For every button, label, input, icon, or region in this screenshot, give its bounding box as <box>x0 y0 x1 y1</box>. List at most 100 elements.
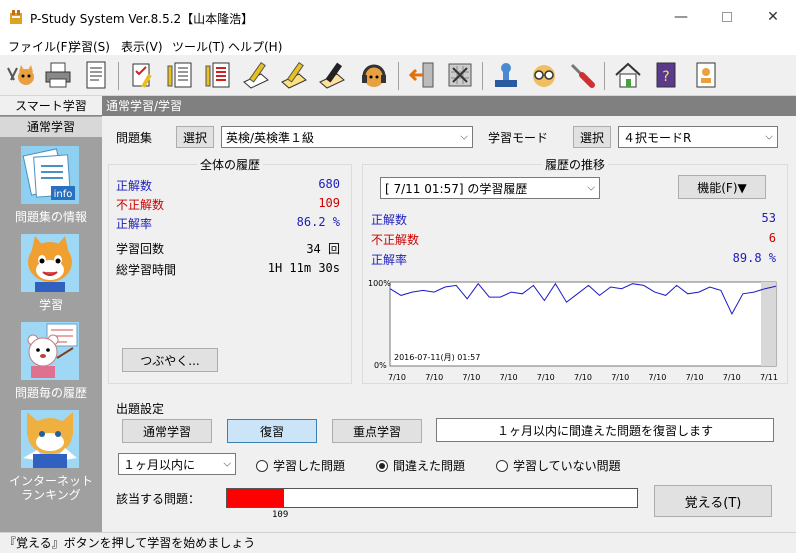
sidebar-item-study[interactable]: 学習 <box>0 230 102 316</box>
minimize-button[interactable]: — <box>658 0 704 34</box>
list-pencil-icon <box>167 62 192 88</box>
overall-correct-value: 680 <box>318 177 340 191</box>
import-icon <box>408 62 434 88</box>
menu-view[interactable]: 表示(V) <box>121 38 163 55</box>
radio-unstudied-label: 学習していない問題 <box>513 459 621 473</box>
sidebar-item-history[interactable]: 問題毎の履歴 <box>0 318 102 404</box>
radio-indicator <box>256 459 268 472</box>
toolbar-list-button[interactable] <box>164 59 196 91</box>
toolbar-home-button[interactable] <box>612 59 644 91</box>
toolbar-separator <box>482 62 483 90</box>
list-red-icon <box>205 62 230 88</box>
toolbar-print-button[interactable] <box>42 59 74 91</box>
radio-studied[interactable]: 学習した問題 <box>256 457 345 474</box>
session-combo[interactable]: [ 7/11 01:57] の学習履歴 ⌵ <box>380 177 600 199</box>
edit-sheet-icon <box>132 63 152 88</box>
radio-studied-label: 学習した問題 <box>273 459 346 473</box>
sidebar: スマート学習 通常学習 info 問題集の情報 学習 問題毎の履歴 インターネッ… <box>0 96 102 532</box>
sidebar-item-label: ランキング <box>21 488 81 502</box>
app-icon <box>10 10 22 24</box>
overall-incorrect-label: 不正解数 <box>116 198 165 212</box>
toolbar-settings-button[interactable] <box>566 59 598 91</box>
sidebar-item-question-info[interactable]: info 問題集の情報 <box>0 142 102 228</box>
x-axis: 7/10 7/10 7/10 7/10 7/10 7/10 7/10 7/10 7/10 7/10… <box>388 373 778 382</box>
period-combo[interactable]: １ヶ月以内に ⌵ <box>118 453 236 475</box>
memorize-button[interactable]: 覚える(T) <box>654 485 772 517</box>
toolbar-help-button[interactable]: ? <box>650 59 682 91</box>
character-glasses-icon <box>533 65 555 87</box>
window-title: P-Study System Ver.8.5.2【山本隆浩】 <box>30 12 254 26</box>
trend-incorrect-value: 6 <box>768 231 776 245</box>
toolbar-stamp-button[interactable] <box>490 59 522 91</box>
menu-file[interactable]: ファイル(F) <box>8 38 72 55</box>
question-set-select-button[interactable]: 選択 <box>176 126 214 148</box>
function-menu-button[interactable]: 機能(F)▼ <box>678 175 766 199</box>
toolbar-listening-button[interactable] <box>358 59 390 91</box>
question-set-combo[interactable]: 英検/英検準１級 ⌵ <box>221 126 473 148</box>
toolbar-write-button[interactable] <box>240 59 272 91</box>
chevron-down-icon: ⌵ <box>460 131 468 143</box>
sidebar-item-ranking[interactable]: インターネット ランキング <box>0 406 102 502</box>
x-tick-label: 7/10 <box>611 373 629 382</box>
chevron-down-icon: ⌵ <box>223 458 231 470</box>
toolbar-tools-button[interactable] <box>4 59 36 91</box>
close-icon: ✕ <box>767 9 779 25</box>
x-tick-label: 7/10 <box>574 373 592 382</box>
matching-progress-fill <box>227 489 285 507</box>
toolbar-write-alt-button[interactable] <box>278 59 310 91</box>
x-tick-label: 7/10 <box>537 373 555 382</box>
sidebar-item-label: 問題集の情報 <box>14 210 87 224</box>
x-tick-label: 7/10 <box>648 373 666 382</box>
toolbar-document-button[interactable] <box>80 59 112 91</box>
close-button[interactable]: ✕ <box>750 0 796 34</box>
chart-annotation: 2016-07-11(月) 01:57 <box>394 353 480 362</box>
mode-normal-button[interactable]: 通常学習 <box>122 419 212 443</box>
tools-cat-icon <box>7 65 34 85</box>
sidebar-item-label: 問題毎の履歴 <box>14 386 87 400</box>
sidebar-item-label: 学習 <box>38 298 63 312</box>
question-set-label: 問題集 <box>116 131 153 145</box>
x-tick-label: 7/11 <box>760 373 778 382</box>
radio-wrong[interactable]: 間違えた問題 <box>376 457 465 474</box>
trend-rate-label: 正解率 <box>371 253 408 267</box>
toolbar-list-red-button[interactable] <box>202 59 234 91</box>
toolbar-marker-button[interactable] <box>316 59 348 91</box>
menu-study[interactable]: 学習(S) <box>69 38 110 55</box>
chevron-down-icon: ⌵ <box>765 131 773 143</box>
menu-tools[interactable]: ツール(T) <box>172 38 225 55</box>
toolbar-delete-button[interactable] <box>444 59 476 91</box>
history-bear-icon <box>21 322 79 380</box>
tweet-button[interactable]: つぶやく... <box>122 348 218 372</box>
radio-unstudied[interactable]: 学習していない問題 <box>496 457 621 474</box>
x-tick-label: 7/10 <box>723 373 741 382</box>
document-icon <box>86 61 106 89</box>
write-alt-icon <box>281 61 307 89</box>
home-icon <box>615 62 641 88</box>
menu-help[interactable]: ヘルプ(H) <box>228 38 282 55</box>
svg-text:?: ? <box>662 69 669 85</box>
toolbar-character-button[interactable] <box>528 59 560 91</box>
radio-indicator <box>496 459 508 472</box>
sidebar-header[interactable]: スマート学習 <box>0 96 102 116</box>
toolbar-import-button[interactable] <box>406 59 438 91</box>
toolbar-separator <box>118 62 119 90</box>
maximize-icon <box>722 12 732 22</box>
matching-label: 該当する問題： <box>116 492 201 506</box>
period-value: １ヶ月以内に <box>123 457 196 472</box>
mode-focus-button[interactable]: 重点学習 <box>332 419 422 443</box>
toolbar-separator <box>604 62 605 90</box>
trend-correct-value: 53 <box>761 211 776 225</box>
overall-count-label: 学習回数 <box>116 242 165 256</box>
study-mode-value: ４択モードR <box>623 130 692 145</box>
x-tick-label: 7/10 <box>500 373 518 382</box>
study-mode-select-button[interactable]: 選択 <box>573 126 611 148</box>
sidebar-tab-normal[interactable]: 通常学習 <box>0 117 102 137</box>
study-mode-combo[interactable]: ４択モードR ⌵ <box>618 126 778 148</box>
toolbar-edit-button[interactable] <box>126 59 158 91</box>
toolbar-user-button[interactable] <box>690 59 722 91</box>
maximize-button[interactable] <box>704 0 750 34</box>
study-cat-icon <box>21 234 79 292</box>
mode-review-button[interactable]: 復習 <box>227 419 317 443</box>
x-tick-label: 7/10 <box>425 373 443 382</box>
y-tick-label: 100% <box>368 279 391 288</box>
